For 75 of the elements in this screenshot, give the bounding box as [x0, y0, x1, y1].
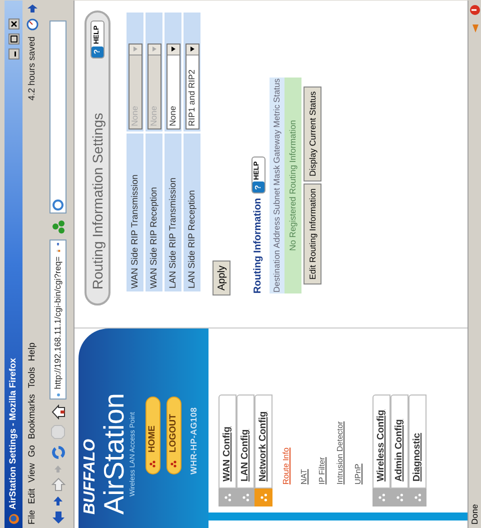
dots-icon — [170, 460, 176, 467]
dropdown-arrow-icon — [152, 46, 156, 52]
maximize-icon — [8, 34, 18, 43]
menu-item[interactable]: Edit — [25, 488, 39, 504]
menu-item[interactable]: File — [25, 509, 39, 524]
section-title: Routing Information Settings — [88, 111, 106, 289]
close-icon — [8, 19, 18, 28]
submenu-link[interactable]: NAT — [298, 468, 310, 484]
dots-icon — [378, 493, 384, 501]
menu-item[interactable]: View — [25, 462, 39, 482]
dropdown-arrow-icon — [170, 46, 174, 52]
select-field[interactable]: RIP1 and RIP2 — [184, 42, 198, 129]
window-title: AirStation Settings - Mozilla Firefox — [6, 356, 18, 509]
menu-tab[interactable]: Admin Config — [390, 394, 408, 488]
submenu-link[interactable]: Route Info — [280, 447, 292, 484]
search-engine-icon — [52, 199, 63, 210]
dots-icon — [414, 493, 420, 501]
setting-label: WAN Side RIP Reception — [145, 132, 162, 291]
submenu-link[interactable]: IP Filter — [316, 456, 328, 484]
dots-icon — [224, 493, 230, 501]
dropdown-arrow-icon — [190, 46, 194, 52]
dots-icon — [396, 493, 402, 501]
column-header: Status — [270, 76, 282, 104]
dots-icon — [149, 460, 155, 467]
setting-label: LAN Side RIP Transmission — [164, 132, 181, 291]
menu-tab[interactable]: Network Config — [254, 394, 272, 488]
section-title: Routing Information — [251, 197, 264, 293]
forward-arrow-icon[interactable] — [53, 496, 62, 505]
menu-item[interactable]: Tools — [25, 366, 39, 388]
maximize-button[interactable] — [8, 33, 18, 44]
dots-icon — [242, 493, 248, 501]
browser-logo-icon — [8, 513, 18, 524]
column-header: Metric — [270, 103, 282, 128]
forward-arrow-icon[interactable] — [50, 477, 64, 491]
apply-button[interactable]: Apply — [212, 260, 230, 295]
minimize-button[interactable] — [8, 48, 18, 59]
menu-tab[interactable]: WAN Config — [218, 394, 236, 488]
notice-text: 4.2 hours saved — [25, 36, 38, 100]
model-name: WHR-HP-AG108 — [186, 406, 198, 474]
menu-tab[interactable]: Diagnostic — [408, 394, 426, 488]
gauge-icon — [26, 18, 38, 30]
search-field[interactable] — [49, 20, 66, 213]
nav-button[interactable]: LOGOUT — [166, 396, 180, 474]
forward-arrow-icon — [27, 4, 37, 12]
menu-item[interactable]: Bookmarks — [25, 394, 39, 439]
logo-text: BUFFALO — [82, 438, 98, 514]
address-field[interactable]: http://192.168.11.1/cgi-bin/cgi?req= — [49, 239, 66, 399]
dropdown-arrow-icon — [132, 46, 136, 52]
cluster-icon[interactable] — [50, 218, 66, 234]
menu-tab[interactable]: LAN Config — [236, 394, 254, 488]
column-header: Gateway — [270, 128, 282, 164]
submenu-link[interactable]: UPnP — [352, 463, 364, 484]
close-button[interactable] — [8, 18, 18, 29]
setting-label: WAN Side RIP Transmission — [126, 132, 143, 291]
select-field[interactable]: None — [166, 42, 180, 129]
warning-icon — [469, 4, 480, 15]
back-arrow-icon[interactable] — [50, 510, 64, 524]
product-name: AirStation — [100, 392, 128, 514]
column-header: Subnet Mask — [270, 164, 282, 216]
help-mark: ? — [91, 46, 103, 57]
menu-item[interactable]: Go — [25, 444, 39, 457]
empty-message: No Registered Routing Information — [286, 120, 298, 250]
reload-icon[interactable] — [50, 444, 66, 460]
submenu-link[interactable]: Intrusion Detector — [334, 420, 346, 484]
action-button[interactable]: Edit Routing Information — [303, 182, 321, 284]
minimize-icon — [14, 51, 16, 56]
column-header: Destination Address — [270, 215, 282, 293]
menu-item[interactable]: Help — [25, 342, 39, 361]
menu-tab[interactable]: Wireless Config — [372, 394, 390, 488]
nav-button[interactable]: HOME — [144, 396, 160, 474]
help-mark: ? — [252, 181, 264, 192]
dots-icon — [260, 493, 266, 501]
setting-label: LAN Side RIP Reception — [183, 132, 200, 291]
status-text: Done — [468, 502, 480, 524]
action-button[interactable]: Display Current Status — [303, 86, 321, 181]
